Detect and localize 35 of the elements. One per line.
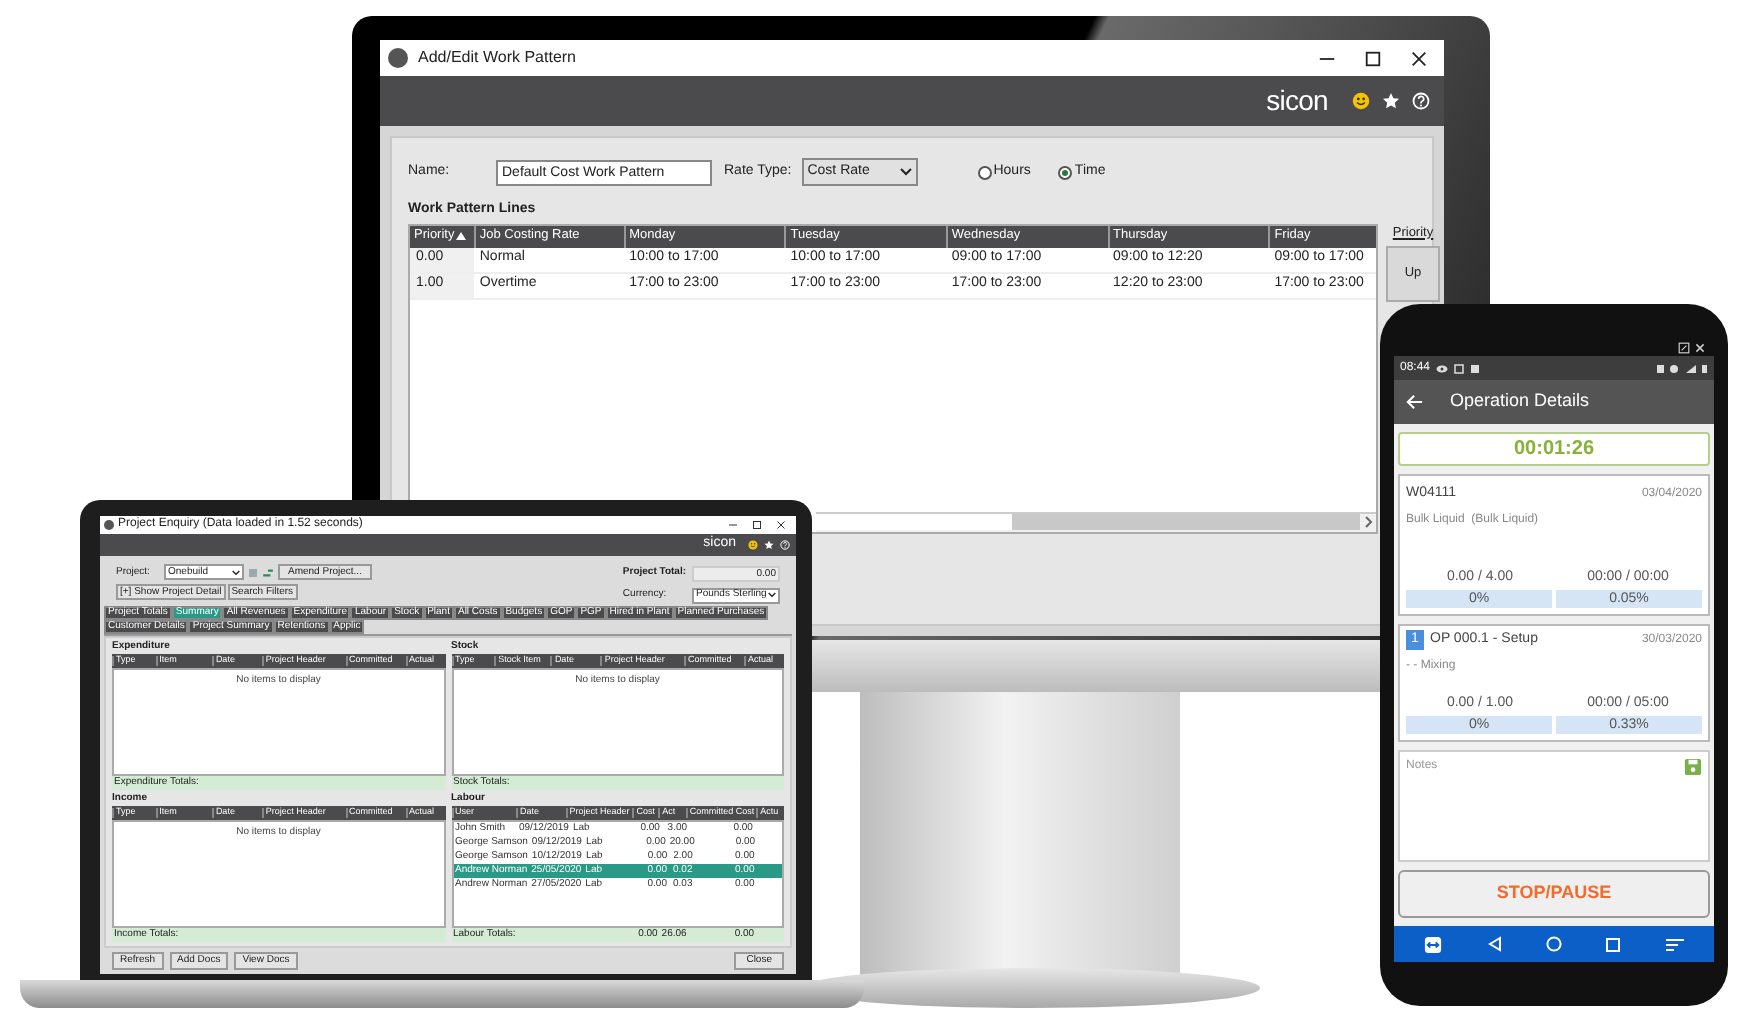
status-icons (1656, 363, 1708, 373)
horizontal-scrollbar[interactable] (816, 511, 1376, 531)
sort-ascending-icon (456, 232, 467, 240)
brand-logo: sicon (1266, 82, 1328, 120)
nav-home-icon[interactable] (1545, 936, 1562, 952)
square-icon (1454, 363, 1465, 373)
chevron-down-icon (768, 592, 776, 598)
maximize-icon[interactable] (752, 520, 762, 530)
save-icon[interactable] (1684, 758, 1702, 776)
chevron-down-icon (899, 168, 912, 176)
smiley-icon[interactable] (748, 540, 758, 550)
app-icon (104, 520, 114, 530)
star-icon[interactable] (1382, 92, 1400, 110)
smiley-icon[interactable] (1352, 92, 1370, 110)
app-icon (388, 48, 408, 68)
help-icon[interactable] (1412, 92, 1430, 110)
menu-icon[interactable] (1665, 937, 1684, 951)
remote-app-icon[interactable] (1424, 935, 1443, 953)
chevron-right-icon[interactable] (1360, 514, 1376, 530)
close-icon[interactable] (1410, 49, 1428, 67)
resize-icon[interactable] (1678, 342, 1690, 354)
radio-button[interactable] (977, 165, 992, 179)
chevron-down-icon (232, 569, 240, 575)
radio-button[interactable] (1058, 165, 1073, 179)
nav-back-icon[interactable] (1487, 936, 1502, 952)
maximize-icon[interactable] (1364, 49, 1382, 67)
timer-display: 00:01:26 (1398, 432, 1710, 466)
eye-icon (1436, 363, 1449, 373)
back-arrow-icon[interactable] (1406, 394, 1424, 410)
help-icon[interactable] (780, 540, 790, 550)
window-title: Add/Edit Work Pattern (418, 46, 578, 70)
close-icon[interactable] (776, 520, 786, 530)
nav-recents-icon[interactable] (1606, 937, 1621, 951)
star-icon[interactable] (764, 540, 774, 550)
screen-title: Operation Details (1450, 388, 1590, 415)
